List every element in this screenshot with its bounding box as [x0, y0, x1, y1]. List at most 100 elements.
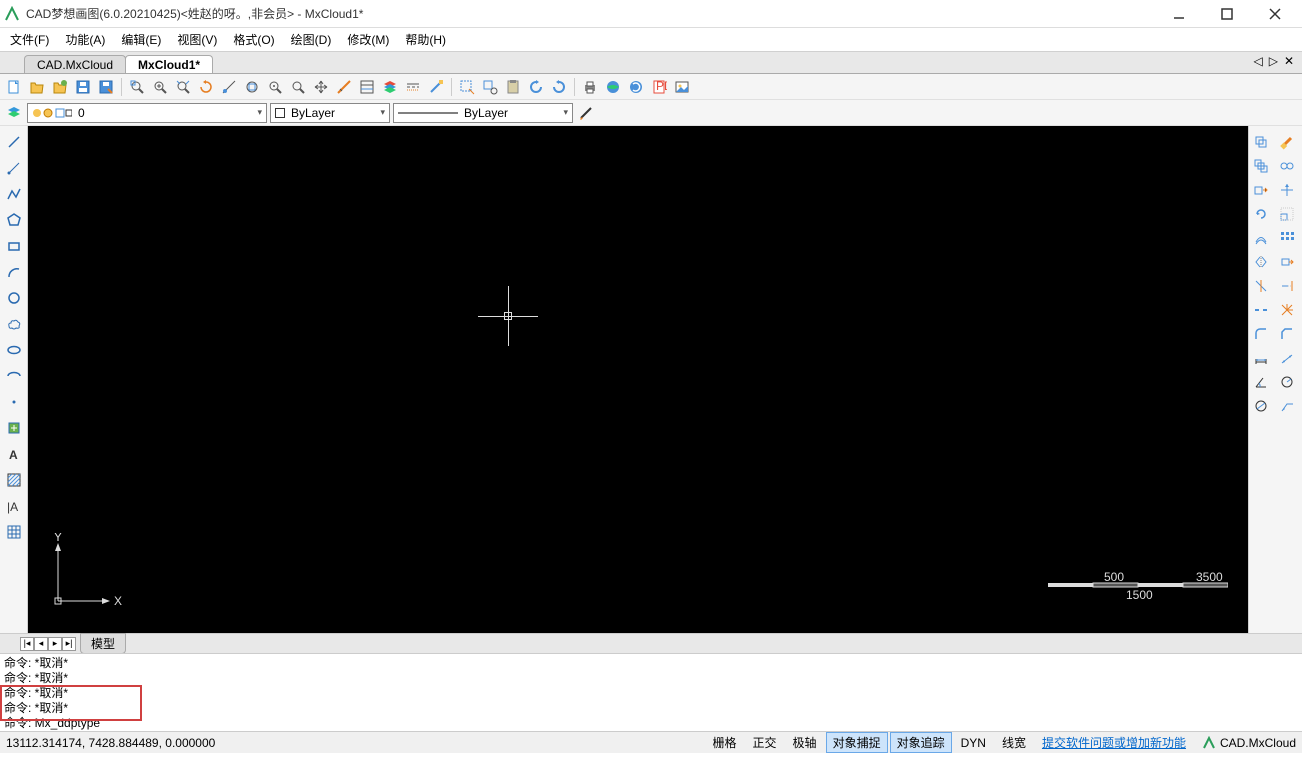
erase-icon[interactable] [1277, 132, 1297, 152]
menu-format[interactable]: 格式(O) [233, 31, 274, 48]
chamfer-icon[interactable] [1277, 324, 1297, 344]
undo-icon[interactable] [526, 77, 546, 97]
array-icon[interactable] [1277, 228, 1297, 248]
open-file-icon[interactable] [27, 77, 47, 97]
linetype-icon[interactable] [403, 77, 423, 97]
new-file-icon[interactable] [4, 77, 24, 97]
tab-close-icon[interactable]: ✕ [1282, 54, 1296, 68]
ray-icon[interactable] [4, 158, 24, 178]
globe-icon[interactable] [603, 77, 623, 97]
table-grid-icon[interactable] [4, 522, 24, 542]
menu-view[interactable]: 视图(V) [177, 31, 217, 48]
pan-icon[interactable] [311, 77, 331, 97]
line-icon[interactable] [4, 132, 24, 152]
save-as-icon[interactable] [96, 77, 116, 97]
layer-manager-icon[interactable] [4, 103, 24, 123]
tab-next-icon[interactable]: ▷ [1267, 54, 1280, 68]
polar-toggle[interactable]: 极轴 [786, 732, 824, 753]
offset-icon[interactable] [1251, 228, 1271, 248]
image-icon[interactable] [672, 77, 692, 97]
properties-icon[interactable] [357, 77, 377, 97]
mirror-link-icon[interactable] [1277, 156, 1297, 176]
menu-modify[interactable]: 修改(M) [347, 31, 389, 48]
leader-icon[interactable] [1277, 396, 1297, 416]
point-icon[interactable] [4, 392, 24, 412]
measure-icon[interactable] [334, 77, 354, 97]
dyn-toggle[interactable]: DYN [954, 734, 993, 752]
tab-prev-icon[interactable]: ◁ [1251, 54, 1264, 68]
minimize-button[interactable] [1164, 4, 1194, 24]
color-combo[interactable]: ByLayer ▾ [270, 103, 390, 123]
move-arrow-icon[interactable] [1277, 180, 1297, 200]
zoom-all-icon[interactable] [242, 77, 262, 97]
paste-icon[interactable] [503, 77, 523, 97]
nav-prev-icon[interactable]: ◂ [34, 637, 48, 651]
open-cloud-icon[interactable] [50, 77, 70, 97]
ellipse-arc-icon[interactable] [4, 366, 24, 386]
circle-icon[interactable] [4, 288, 24, 308]
scale-icon[interactable] [1277, 204, 1297, 224]
nav-last-icon[interactable]: ▸| [62, 637, 76, 651]
dim-diameter-icon[interactable] [1251, 396, 1271, 416]
layers-icon[interactable] [380, 77, 400, 97]
print-icon[interactable] [580, 77, 600, 97]
menu-file[interactable]: 文件(F) [10, 31, 49, 48]
zoom-window-icon[interactable] [127, 77, 147, 97]
explode-icon[interactable] [1277, 300, 1297, 320]
rotate-icon[interactable] [1251, 204, 1271, 224]
close-button[interactable] [1260, 4, 1290, 24]
linetype-combo[interactable]: ByLayer ▾ [393, 103, 573, 123]
nav-first-icon[interactable]: |◂ [20, 637, 34, 651]
zoom-center-icon[interactable] [265, 77, 285, 97]
trim-icon[interactable] [1251, 276, 1271, 296]
drawing-canvas[interactable]: Y X 500 3500 1500 [28, 126, 1248, 633]
lineweight-toggle[interactable]: 线宽 [995, 732, 1033, 753]
ortho-toggle[interactable]: 正交 [746, 732, 784, 753]
dim-aligned-icon[interactable] [1277, 348, 1297, 368]
mirror-icon[interactable] [1251, 252, 1271, 272]
doc-tab-0[interactable]: CAD.MxCloud [24, 55, 126, 73]
zoom-in-icon[interactable] [150, 77, 170, 97]
menu-draw[interactable]: 绘图(D) [291, 31, 332, 48]
mtext-icon[interactable]: |A [4, 496, 24, 516]
dim-radius-icon[interactable] [1277, 372, 1297, 392]
otrack-toggle[interactable]: 对象追踪 [890, 732, 952, 753]
ellipse-icon[interactable] [4, 340, 24, 360]
menu-edit[interactable]: 编辑(E) [121, 31, 161, 48]
doc-tab-1[interactable]: MxCloud1* [125, 55, 213, 73]
zoom-previous-icon[interactable] [196, 77, 216, 97]
select-icon[interactable] [457, 77, 477, 97]
redo-icon[interactable] [549, 77, 569, 97]
feedback-link[interactable]: 提交软件问题或增加新功能 [1035, 732, 1193, 753]
pdf-icon[interactable]: PDF [649, 77, 669, 97]
grid-toggle[interactable]: 栅格 [706, 732, 744, 753]
osnap-toggle[interactable]: 对象捕捉 [826, 732, 888, 753]
hatch-icon[interactable] [4, 470, 24, 490]
extend-icon[interactable] [1277, 276, 1297, 296]
break-icon[interactable] [1251, 300, 1271, 320]
zoom-realtime-icon[interactable] [288, 77, 308, 97]
arc-icon[interactable] [4, 262, 24, 282]
match-prop-icon[interactable] [426, 77, 446, 97]
rectangle-icon[interactable] [4, 236, 24, 256]
zoom-extents-icon[interactable] [173, 77, 193, 97]
revcloud-icon[interactable] [4, 314, 24, 334]
maximize-button[interactable] [1212, 4, 1242, 24]
save-icon[interactable] [73, 77, 93, 97]
zoom-scale-icon[interactable] [219, 77, 239, 97]
globe-refresh-icon[interactable] [626, 77, 646, 97]
fillet-icon[interactable] [1251, 324, 1271, 344]
dim-linear-icon[interactable] [1251, 348, 1271, 368]
menu-func[interactable]: 功能(A) [65, 31, 105, 48]
nav-next-icon[interactable]: ▸ [48, 637, 62, 651]
copy-obj-icon[interactable] [1251, 132, 1271, 152]
model-tab[interactable]: 模型 [80, 633, 126, 654]
text-icon[interactable]: A [4, 444, 24, 464]
quick-select-icon[interactable] [480, 77, 500, 97]
command-input[interactable] [35, 716, 435, 730]
brush-icon[interactable] [576, 103, 596, 123]
stretch-icon[interactable] [1277, 252, 1297, 272]
move-obj-icon[interactable] [1251, 180, 1271, 200]
block-insert-icon[interactable] [4, 418, 24, 438]
dim-angular-icon[interactable] [1251, 372, 1271, 392]
